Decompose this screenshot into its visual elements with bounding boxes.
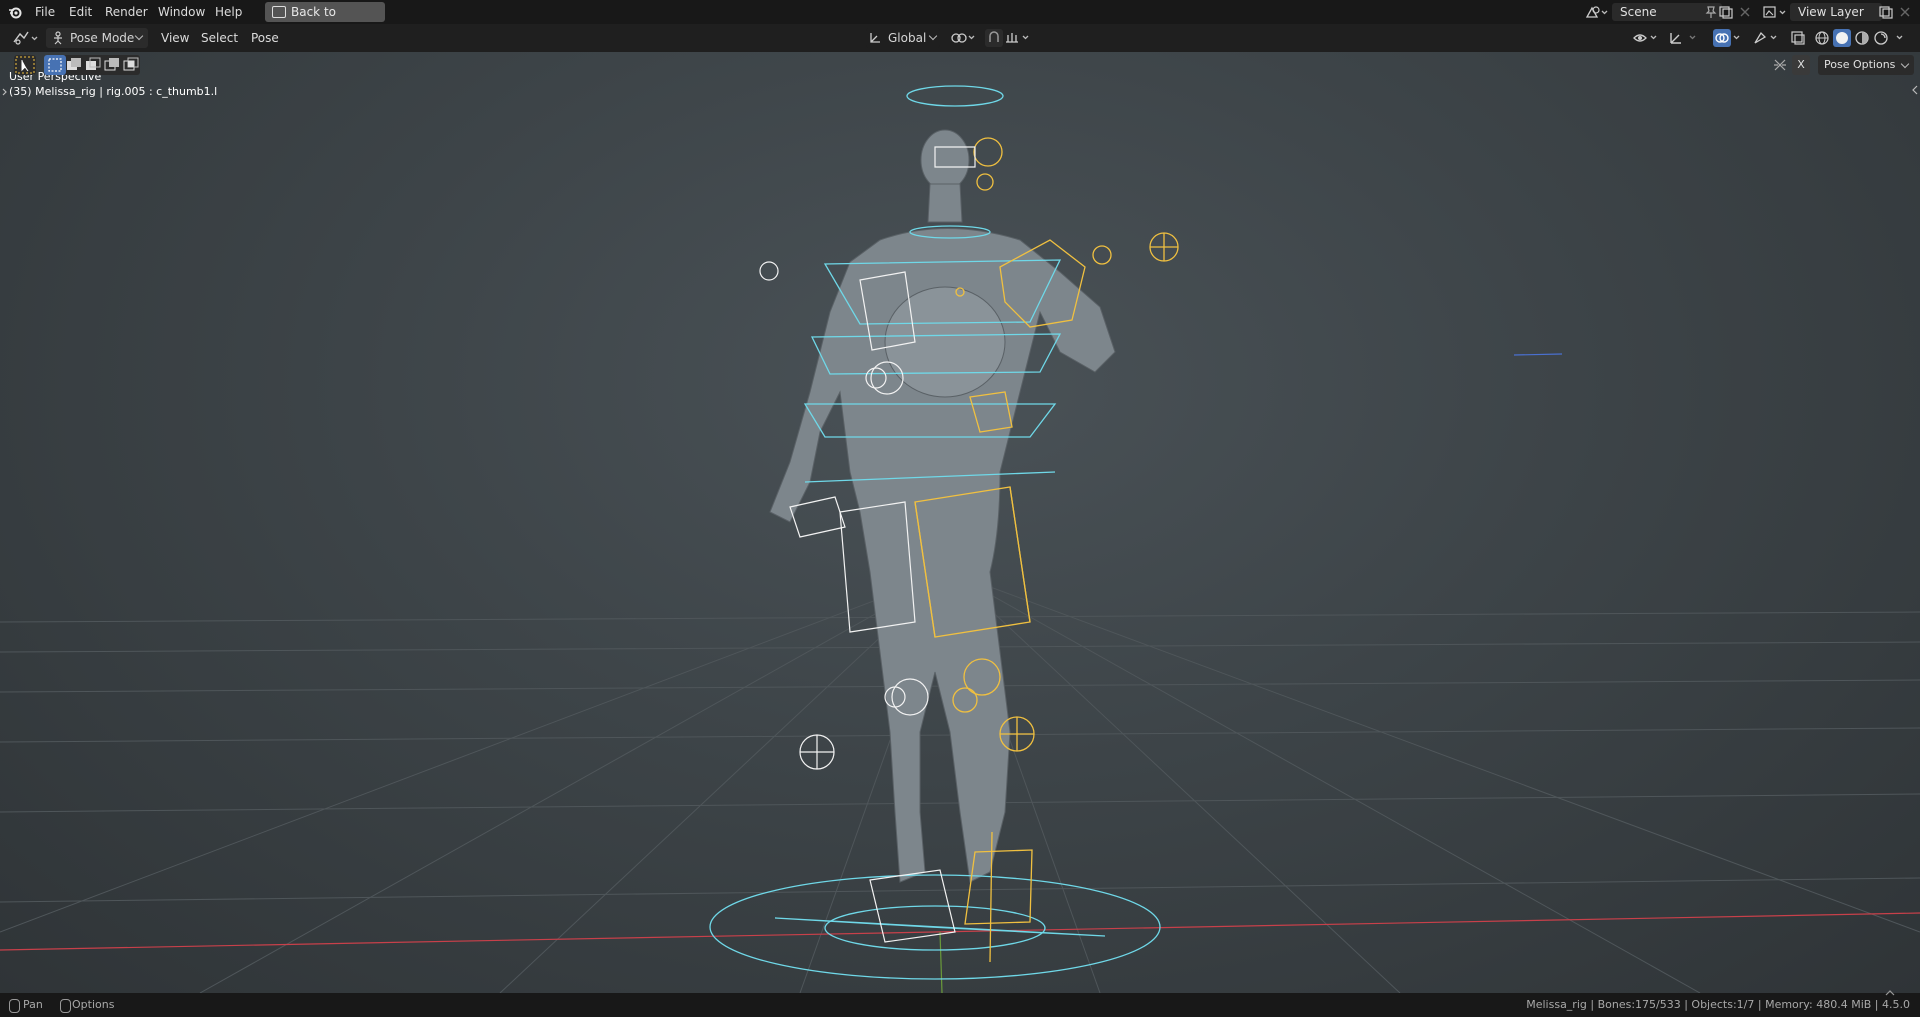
shading-solid-icon[interactable] bbox=[1833, 29, 1851, 47]
menu-help[interactable]: Help bbox=[209, 0, 248, 24]
snap-target-icon[interactable] bbox=[1004, 30, 1034, 46]
bone-overlay-icon[interactable] bbox=[1752, 30, 1782, 46]
chevron-down-icon bbox=[928, 31, 938, 41]
top-menu-bar: File Edit Render Window Help Back to Pre… bbox=[0, 0, 1920, 39]
options-hint: Options bbox=[72, 998, 115, 1011]
gizmo-toggle-icon[interactable] bbox=[1668, 30, 1686, 46]
new-scene-icon[interactable] bbox=[1718, 5, 1734, 19]
collapse-up-icon[interactable] bbox=[1884, 983, 1896, 996]
visibility-eye-icon[interactable] bbox=[1632, 30, 1662, 46]
select-tool-icon[interactable] bbox=[14, 55, 36, 75]
pan-hint: Pan bbox=[23, 998, 43, 1011]
scene-name-field[interactable]: Scene bbox=[1612, 3, 1722, 21]
status-bar: Pan Options Melissa_rig | Bones:175/533 … bbox=[0, 990, 1920, 1017]
xray-toggle-icon[interactable] bbox=[1790, 30, 1806, 46]
pose-mode-icon bbox=[51, 31, 65, 45]
menu-view[interactable]: View bbox=[161, 28, 189, 48]
blender-logo-icon[interactable] bbox=[8, 5, 22, 19]
x-axis-line bbox=[0, 912, 1920, 951]
new-view-layer-icon[interactable] bbox=[1878, 5, 1894, 19]
selection-mode-group bbox=[44, 55, 140, 75]
pose-options-dropdown[interactable]: Pose Options bbox=[1818, 55, 1914, 75]
screen-back-icon bbox=[272, 6, 286, 18]
gizmo-dropdown-icon[interactable] bbox=[1688, 30, 1700, 46]
chevron-down-icon bbox=[1900, 59, 1910, 69]
orientation-axis-icon bbox=[868, 31, 882, 45]
chevron-down-icon bbox=[134, 31, 144, 41]
character-mesh bbox=[769, 129, 1116, 883]
x-mirror-toggle[interactable]: X bbox=[1792, 55, 1810, 75]
mouse-right-icon bbox=[60, 999, 71, 1013]
back-to-previous-button[interactable]: Back to Previous bbox=[265, 2, 385, 39]
pin-icon[interactable] bbox=[1704, 5, 1718, 19]
menu-pose[interactable]: Pose bbox=[251, 28, 279, 48]
menu-window[interactable]: Window bbox=[152, 0, 211, 24]
y-axis-line bbox=[939, 931, 943, 993]
mouse-middle-icon bbox=[9, 999, 20, 1013]
overlays-dropdown-icon[interactable] bbox=[1732, 30, 1744, 46]
expand-left-icon[interactable] bbox=[1, 86, 9, 96]
shading-material-icon[interactable] bbox=[1854, 30, 1870, 46]
scene-statistics: Melissa_rig | Bones:175/533 | Objects:1/… bbox=[1526, 998, 1910, 1011]
3d-viewport[interactable]: User Perspective (35) Melissa_rig | rig.… bbox=[0, 52, 1920, 993]
mode-label: Pose Mode bbox=[70, 31, 135, 45]
select-intersect-icon[interactable] bbox=[120, 55, 142, 75]
object-info-label: (35) Melissa_rig | rig.005 : c_thumb1.l bbox=[9, 85, 218, 98]
viewport-header: Pose Mode View Select Pose Global bbox=[0, 24, 1920, 52]
delete-view-layer-icon[interactable] bbox=[1898, 5, 1912, 19]
pivot-point-icon[interactable] bbox=[950, 30, 980, 46]
snap-icon[interactable] bbox=[985, 29, 1003, 47]
mirror-icon[interactable] bbox=[1772, 57, 1788, 73]
tool-row: X Pose Options bbox=[0, 52, 1920, 78]
view-layer-field[interactable]: View Layer bbox=[1790, 3, 1882, 21]
editor-type-icon[interactable] bbox=[12, 30, 40, 46]
view-layer-text: View Layer bbox=[1798, 5, 1864, 19]
shading-rendered-icon[interactable] bbox=[1873, 30, 1889, 46]
viewport-scene bbox=[0, 85, 1920, 993]
scene-name-text: Scene bbox=[1620, 5, 1657, 19]
transform-orientation-dropdown[interactable]: Global bbox=[866, 28, 940, 48]
shading-wireframe-icon[interactable] bbox=[1814, 30, 1830, 46]
mode-dropdown[interactable]: Pose Mode bbox=[46, 28, 148, 48]
delete-scene-icon[interactable] bbox=[1738, 5, 1752, 19]
menu-edit[interactable]: Edit bbox=[63, 0, 98, 24]
scene-type-icon[interactable] bbox=[1585, 5, 1609, 19]
overlays-toggle-icon[interactable] bbox=[1713, 29, 1731, 47]
light-line bbox=[1513, 353, 1563, 356]
orientation-label: Global bbox=[888, 31, 927, 45]
menu-render[interactable]: Render bbox=[99, 0, 154, 24]
expand-sidebar-icon[interactable] bbox=[1910, 84, 1920, 96]
shading-dropdown-icon[interactable] bbox=[1895, 30, 1907, 46]
pose-options-label: Pose Options bbox=[1824, 58, 1896, 71]
view-layer-icon[interactable] bbox=[1762, 5, 1788, 19]
menu-file[interactable]: File bbox=[29, 0, 61, 24]
menu-select[interactable]: Select bbox=[201, 28, 238, 48]
